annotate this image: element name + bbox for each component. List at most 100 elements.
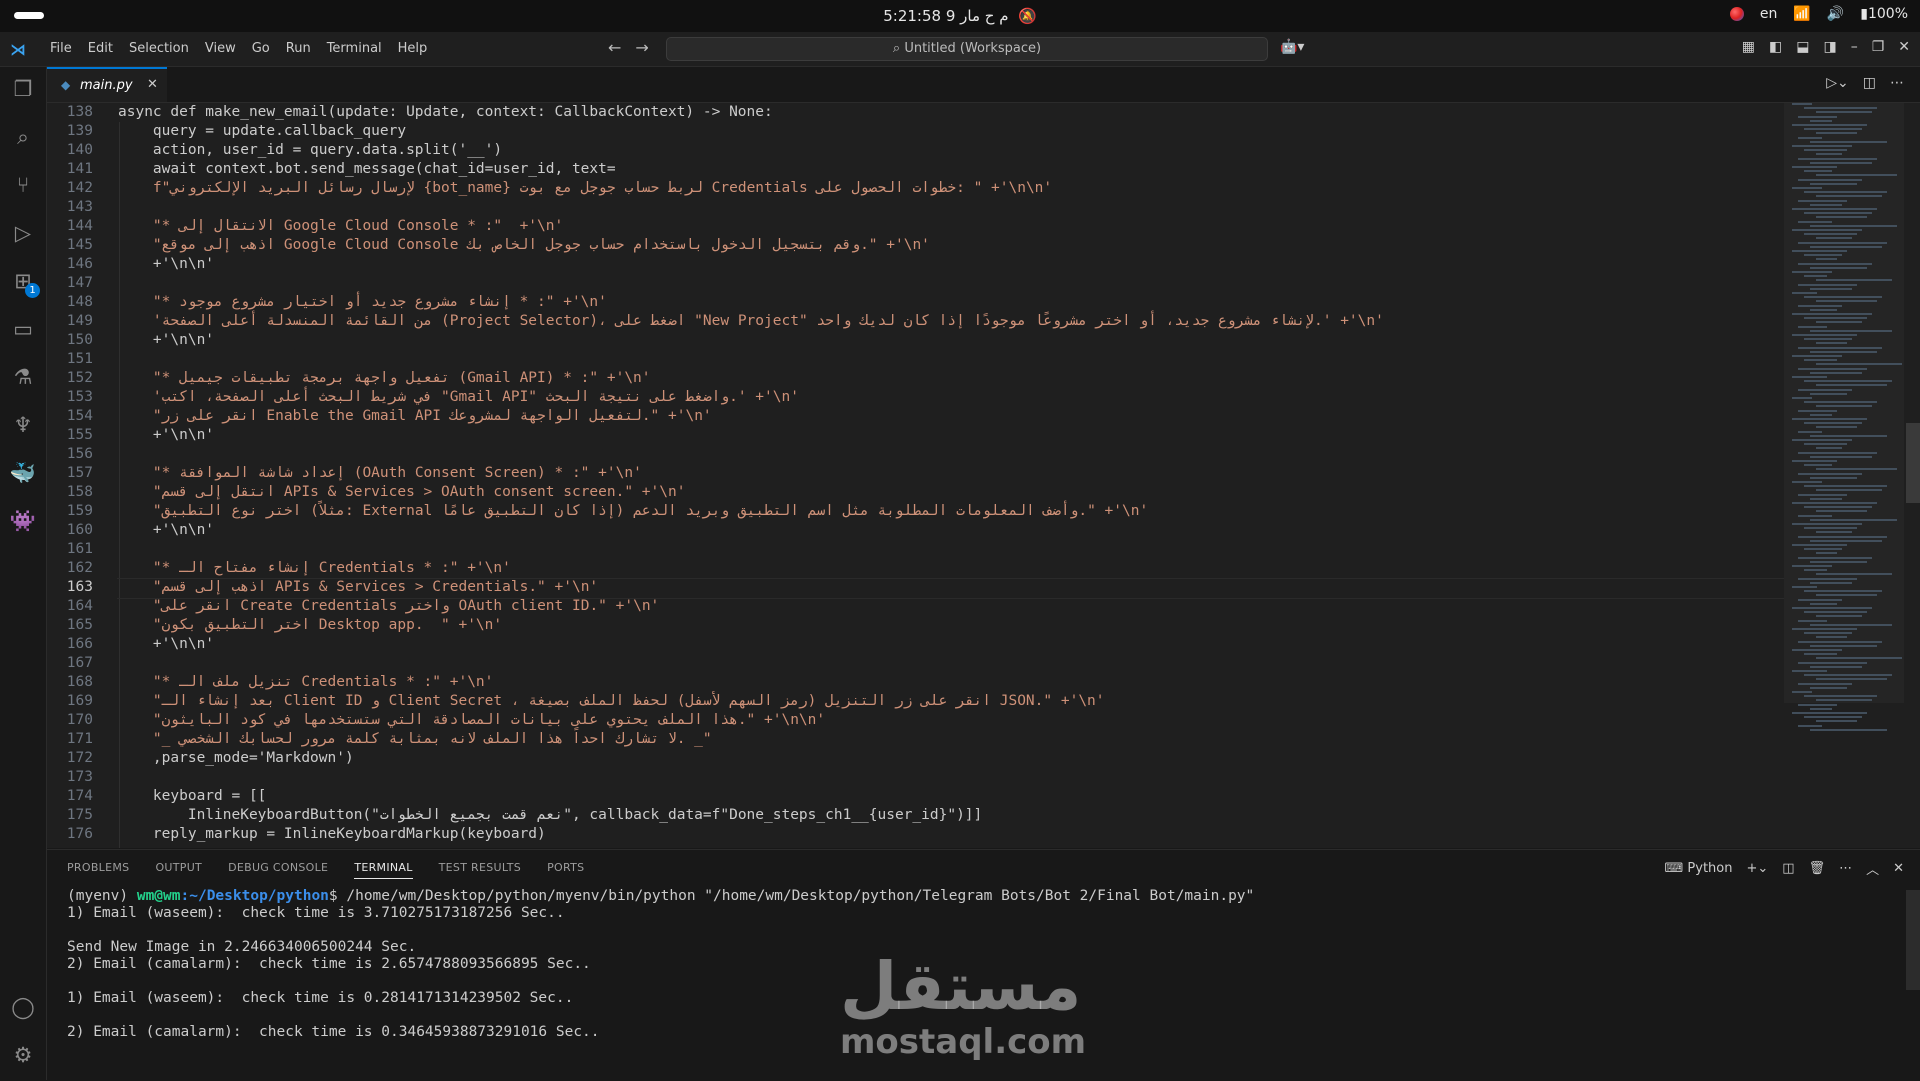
minimap-line: [1798, 220, 1832, 223]
minimap-line: [1810, 308, 1837, 311]
minimize-icon[interactable]: –: [1851, 39, 1858, 55]
system-clock[interactable]: 5:21:58 م ح مار 9 🔕: [0, 7, 1920, 25]
python-icon[interactable]: ♆: [0, 405, 46, 445]
line-number: 160: [66, 522, 93, 538]
testing-icon[interactable]: ⚗: [0, 357, 46, 397]
close-panel-icon[interactable]: ✕: [1893, 861, 1904, 876]
minimap-line: [1816, 405, 1872, 408]
terminal-shell-indicator[interactable]: ⌨ Python: [1665, 861, 1733, 876]
menu-terminal[interactable]: Terminal: [319, 41, 390, 56]
menu-help[interactable]: Help: [390, 41, 436, 56]
toggle-sidebar-icon[interactable]: ◧: [1769, 39, 1782, 55]
menu-go[interactable]: Go: [244, 41, 278, 56]
tab-ports[interactable]: PORTS: [547, 861, 584, 879]
editor-scrollbar[interactable]: [1906, 423, 1920, 503]
forward-arrow-icon[interactable]: →: [635, 38, 648, 57]
minimap-line: [1798, 325, 1827, 328]
code-text: +'\n\n': [118, 427, 215, 443]
menu-edit[interactable]: Edit: [80, 41, 121, 56]
kill-terminal-icon[interactable]: 🗑: [1809, 861, 1826, 876]
minimap-line: [1816, 132, 1857, 135]
terminal-scrollbar[interactable]: [1906, 890, 1920, 990]
split-terminal-icon[interactable]: ◫: [1782, 861, 1794, 876]
command-center-search[interactable]: ⌕ Untitled (Workspace): [666, 37, 1268, 61]
code-text: 'في شريط البحث أعلى الصفحة، اكتب "Gmail …: [118, 389, 799, 405]
back-arrow-icon[interactable]: ←: [608, 38, 621, 57]
minimap-line: [1792, 166, 1837, 168]
alien-icon[interactable]: 👾: [0, 501, 46, 541]
wifi-icon[interactable]: 📶: [1793, 6, 1810, 22]
minimap-line: [1792, 565, 1832, 567]
files-icon[interactable]: ❐: [0, 69, 46, 109]
run-python-file-icon[interactable]: ▷⌄: [1826, 75, 1849, 91]
minimap-line: [1810, 560, 1867, 563]
code-text: 'من القائمة المنسدلة أعلى الصفحة (Projec…: [118, 313, 1384, 329]
extensions-icon[interactable]: ⊞ 1: [0, 261, 46, 301]
tab-label: main.py: [80, 78, 133, 93]
menu-bar: File Edit Selection View Go Run Terminal…: [42, 41, 435, 56]
minimap-line: [1810, 455, 1872, 458]
line-number: 168: [66, 674, 93, 690]
minimap[interactable]: [1784, 103, 1904, 848]
code-text: ,parse_mode='Markdown'): [118, 750, 354, 766]
minimap-line: [1804, 338, 1852, 341]
toggle-panel-icon[interactable]: ⬓: [1796, 39, 1809, 55]
menu-selection[interactable]: Selection: [121, 41, 197, 56]
volume-icon[interactable]: 🔊: [1827, 6, 1844, 22]
docker-icon[interactable]: 🐳: [0, 453, 46, 493]
more-actions-icon[interactable]: ⋯: [1890, 75, 1904, 91]
close-window-icon[interactable]: ✕: [1898, 39, 1910, 55]
code-text: "اذهب إلى قسم APIs & Services > Credenti…: [118, 579, 599, 595]
remote-explorer-icon[interactable]: ▭: [0, 309, 46, 349]
split-editor-icon[interactable]: ◫: [1863, 75, 1876, 91]
source-control-icon[interactable]: ⑂: [0, 165, 46, 205]
tab-problems[interactable]: PROBLEMS: [67, 861, 129, 879]
code-line: 163 "اذهب إلى قسم APIs & Services > Cred…: [47, 578, 1837, 599]
minimap-line: [1798, 283, 1857, 286]
code-line: 144 "* الانتقال إلى Google Cloud Console…: [47, 217, 1787, 236]
tab-terminal[interactable]: TERMINAL: [354, 861, 413, 879]
code-text: reply_markup = InlineKeyboardMarkup(keyb…: [118, 826, 546, 842]
battery-indicator[interactable]: ▮100%: [1860, 6, 1908, 22]
toggle-secondary-sidebar-icon[interactable]: ◨: [1823, 39, 1836, 55]
new-terminal-icon[interactable]: +⌄: [1746, 861, 1768, 876]
minimap-line: [1792, 271, 1832, 273]
copilot-icon[interactable]: 🤖▾: [1280, 39, 1304, 55]
minimap-line: [1804, 149, 1847, 152]
minimap-line: [1804, 611, 1867, 614]
language-indicator[interactable]: en: [1760, 6, 1778, 22]
more-actions-icon[interactable]: ⋯: [1839, 861, 1852, 876]
tab-test-results[interactable]: TEST RESULTS: [439, 861, 521, 879]
code-editor[interactable]: 138 async def make_new_email(update: Upda…: [47, 103, 1920, 848]
tab-debug-console[interactable]: DEBUG CONSOLE: [228, 861, 328, 879]
minimap-line: [1816, 657, 1902, 660]
code-text: +'\n\n': [118, 256, 215, 272]
search-icon[interactable]: ⌕: [0, 117, 46, 157]
line-number: 166: [66, 636, 93, 652]
tab-main-py[interactable]: ◆ main.py ✕: [47, 67, 167, 102]
app-indicator-icon[interactable]: [1729, 7, 1744, 21]
menu-run[interactable]: Run: [278, 41, 319, 56]
maximize-panel-icon[interactable]: ︿: [1866, 859, 1879, 878]
run-debug-icon[interactable]: ▷: [0, 213, 46, 253]
customize-layout-icon[interactable]: ▦: [1742, 39, 1755, 55]
restore-icon[interactable]: ❐: [1872, 39, 1885, 55]
line-number: 161: [66, 541, 93, 557]
account-icon[interactable]: ◯: [0, 987, 46, 1027]
minimap-line: [1804, 674, 1892, 677]
menu-view[interactable]: View: [197, 41, 244, 56]
minimap-line: [1816, 216, 1867, 219]
close-tab-icon[interactable]: ✕: [147, 77, 158, 92]
code-line: 140 action, user_id = query.data.split('…: [47, 141, 1787, 160]
settings-gear-icon[interactable]: ⚙: [0, 1035, 46, 1075]
minimap-line: [1816, 258, 1837, 261]
code-line: 141 await context.bot.send_message(chat_…: [47, 160, 1787, 179]
menu-file[interactable]: File: [42, 41, 80, 56]
line-number: 154: [66, 408, 93, 424]
code-text: +'\n\n': [118, 332, 215, 348]
line-number: 173: [66, 769, 93, 785]
minimap-line: [1816, 447, 1842, 450]
code-line: 170 "هذا الملف يحتوي على بيانات المصادقة…: [47, 711, 1787, 730]
tab-output[interactable]: OUTPUT: [155, 861, 202, 879]
